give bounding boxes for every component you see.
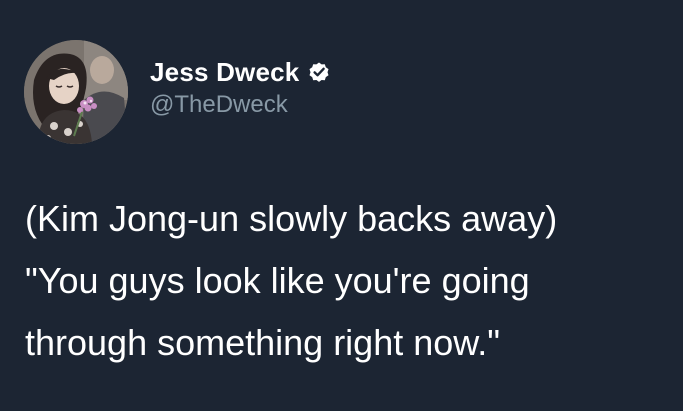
verified-badge-icon: [307, 60, 331, 84]
tweet-card: Jess Dweck @TheDweck (Kim Jong-un slowly…: [0, 0, 683, 411]
author-name-row[interactable]: Jess Dweck: [150, 55, 331, 89]
avatar[interactable]: [24, 40, 128, 144]
tweet-line: "You guys look like you're going: [25, 260, 530, 301]
handle[interactable]: @TheDweck: [150, 91, 288, 119]
tweet-line: through something right now.": [25, 322, 501, 363]
display-name[interactable]: Jess Dweck: [150, 57, 299, 88]
profile-photo-icon: [24, 40, 128, 144]
tweet-text: (Kim Jong-un slowly backs away) "You guy…: [25, 188, 665, 374]
tweet-line: (Kim Jong-un slowly backs away): [25, 198, 558, 239]
